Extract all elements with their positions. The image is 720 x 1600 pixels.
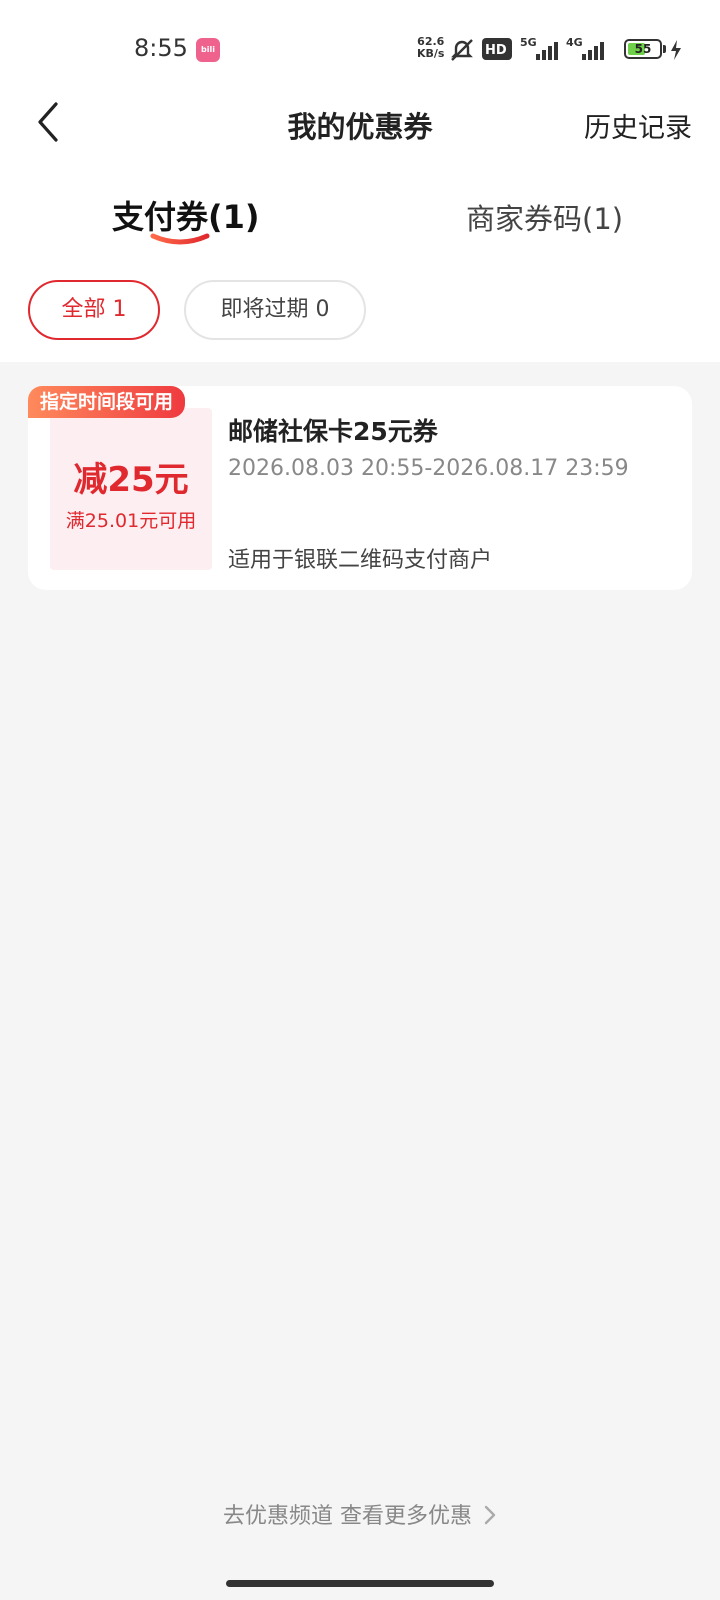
battery-cap — [663, 45, 666, 53]
battery-percent: 55 — [634, 42, 652, 56]
coupon-title: 邮储社保卡25元券 — [228, 417, 438, 446]
tab-merchant-codes[interactable]: 商家券码(1) — [466, 196, 623, 238]
signal-4g-icon: 4G — [566, 36, 604, 60]
more-offers-link[interactable]: 去优惠频道 查看更多优惠 — [0, 1498, 720, 1530]
filter-all[interactable]: 全部 1 — [28, 280, 160, 340]
history-button[interactable]: 历史记录 — [584, 106, 692, 145]
hd-label: HD — [485, 43, 507, 58]
filter-expiring[interactable]: 即将过期 0 — [184, 280, 366, 340]
network-speed-unit: KB/s — [417, 47, 445, 60]
coupon-scope: 适用于银联二维码支付商户 — [228, 548, 493, 573]
signal-5g-label: 5G — [520, 36, 537, 49]
time-limited-tag: 指定时间段可用 — [28, 386, 186, 418]
hd-icon: HD — [482, 38, 512, 60]
battery-icon: 55 — [624, 39, 662, 59]
status-time: 8:55 — [134, 34, 188, 62]
mute-icon — [451, 39, 473, 61]
active-tab-indicator — [150, 233, 210, 245]
network-speed: 62.6 KB/s — [417, 36, 444, 60]
coupon-validity: 2026.08.03 20:55-2026.08.17 23:59 — [228, 456, 629, 481]
chevron-right-icon — [484, 1505, 496, 1525]
bilibili-app-icon: bili — [196, 38, 220, 62]
coupon-threshold: 满25.01元可用 — [65, 510, 197, 532]
home-indicator[interactable] — [226, 1580, 494, 1587]
coupon-amount: 减25元 — [73, 460, 189, 500]
coupon-amount-box: 减25元 满25.01元可用 — [50, 408, 212, 570]
more-offers-label: 去优惠频道 查看更多优惠 — [223, 1504, 472, 1529]
signal-4g-label: 4G — [566, 36, 583, 49]
signal-5g-icon: 5G — [520, 36, 558, 60]
charging-icon — [671, 40, 681, 60]
